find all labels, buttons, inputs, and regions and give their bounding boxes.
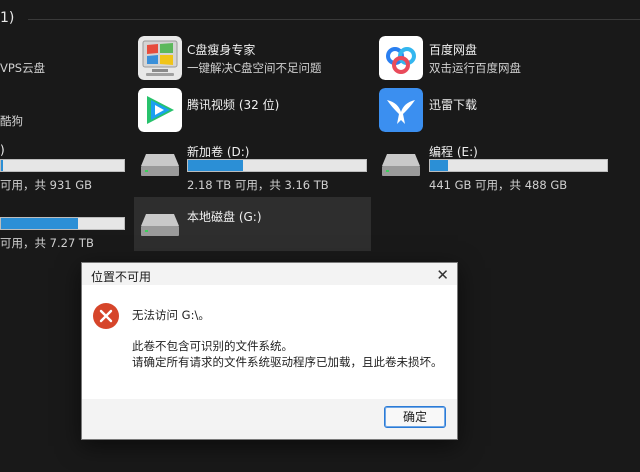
- app-fragment-vps[interactable]: VPS云盘: [0, 60, 45, 76]
- drive-fragment-space-2: 可用，共 7.27 TB: [0, 236, 94, 250]
- section-header: 1): [0, 10, 15, 26]
- app-baidu-netdisk-desc: 双击运行百度网盘: [429, 61, 521, 75]
- ok-button[interactable]: 确定: [384, 406, 446, 428]
- hard-drive-icon: [141, 214, 179, 236]
- app-c-cleaner-desc: 一键解决C盘空间不足问题: [187, 61, 322, 75]
- section-divider: [28, 19, 640, 20]
- error-message: 无法访问 G:\。: [132, 308, 210, 322]
- windows-logo-icon: [138, 36, 182, 80]
- app-baidu-netdisk[interactable]: [379, 36, 423, 83]
- drive-d-space: 2.18 TB 可用，共 3.16 TB: [187, 178, 329, 192]
- dialog-body: 无法访问 G:\。 此卷不包含可识别的文件系统。 请确定所有请求的文件系统驱动程…: [82, 285, 457, 399]
- hard-drive-icon: [382, 154, 420, 176]
- location-unavailable-dialog: 位置不可用 ✕ 无法访问 G:\。 此卷不包含可识别的文件系统。 请确定所有请求…: [81, 262, 458, 440]
- baidu-netdisk-icon: [379, 36, 423, 80]
- app-baidu-netdisk-name[interactable]: 百度网盘: [429, 41, 477, 58]
- app-fragment-kugou[interactable]: 酷狗: [0, 113, 23, 129]
- drive-fragment-space-1: 可用，共 931 GB: [0, 178, 93, 192]
- app-tencent-video-name[interactable]: 腾讯视频 (32 位): [187, 96, 279, 113]
- xunlei-icon: [379, 88, 423, 132]
- drive-d-usage-bar: [187, 159, 367, 172]
- drive-d-name[interactable]: 新加卷 (D:): [187, 143, 249, 160]
- error-detail-2: 请确定所有请求的文件系统驱动程序已加载，且此卷未损坏。: [132, 355, 443, 369]
- tencent-video-icon: [138, 88, 182, 132]
- drive-fragment-bar-1: [0, 159, 125, 172]
- hard-drive-icon: [141, 154, 179, 176]
- drive-g-name[interactable]: 本地磁盘 (G:): [187, 208, 262, 225]
- error-icon: [93, 303, 119, 329]
- close-icon[interactable]: ✕: [436, 266, 449, 284]
- drive-e-usage-bar: [429, 159, 608, 172]
- app-xunlei-name[interactable]: 迅雷下载: [429, 96, 477, 113]
- dialog-title: 位置不可用: [91, 270, 152, 284]
- app-xunlei[interactable]: [379, 88, 423, 135]
- error-detail-1: 此卷不包含可识别的文件系统。: [132, 339, 293, 353]
- drive-e-name[interactable]: 编程 (E:): [429, 143, 478, 160]
- drive-e-space: 441 GB 可用，共 488 GB: [429, 178, 568, 192]
- app-tencent-video[interactable]: [138, 88, 182, 135]
- drive-fragment-bar-2: [0, 217, 125, 230]
- app-c-cleaner[interactable]: [138, 36, 182, 83]
- app-c-cleaner-name[interactable]: C盘瘦身专家: [187, 41, 255, 58]
- drive-fragment-name: ): [0, 143, 5, 157]
